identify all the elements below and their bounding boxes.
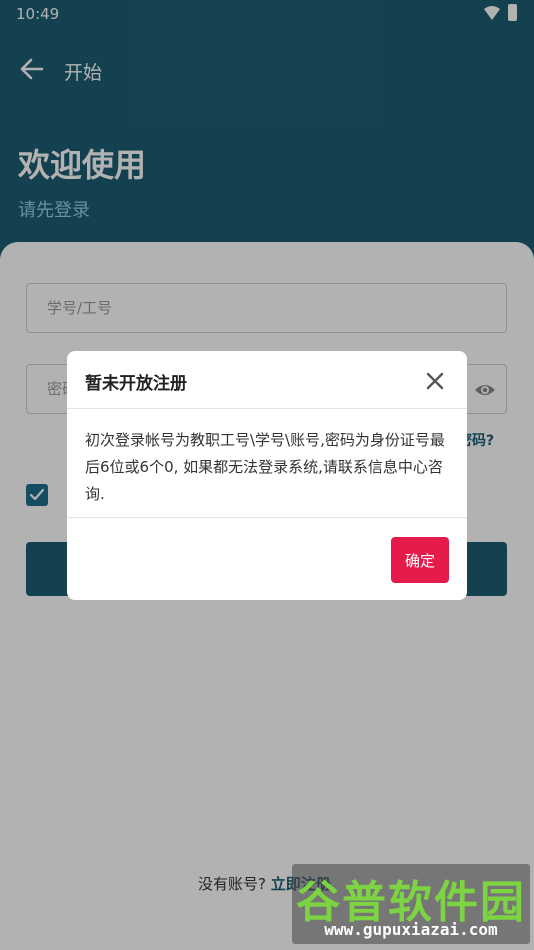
close-icon[interactable] <box>423 369 447 393</box>
dialog-message: 初次登录帐号为教职工号\学号\账号,密码为身份证号最后6位或6个0, 如果都无法… <box>85 431 445 503</box>
watermark-logo: 谷普软件园 www.gupuxiazai.com <box>292 864 530 944</box>
registration-dialog: 暂未开放注册 初次登录帐号为教职工号\学号\账号,密码为身份证号最后6位或6个0… <box>67 351 467 600</box>
dialog-divider-top <box>67 408 467 409</box>
confirm-button[interactable]: 确定 <box>391 537 449 583</box>
dialog-title: 暂未开放注册 <box>85 374 187 394</box>
dialog-divider-bottom <box>67 517 467 518</box>
watermark-url: www.gupuxiazai.com <box>324 920 498 939</box>
app-root: 10:49 开始 欢迎使用 请先登录 忘记密码? <box>0 0 534 950</box>
